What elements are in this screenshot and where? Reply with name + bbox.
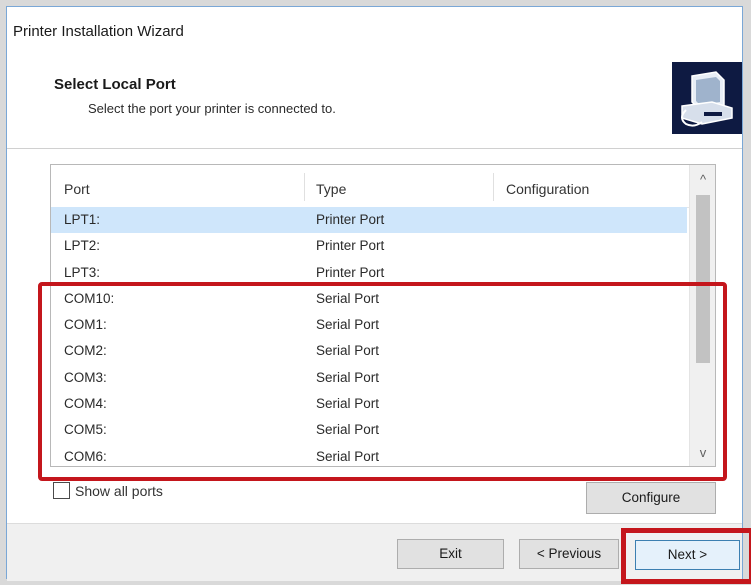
header-divider bbox=[7, 148, 742, 149]
port-cell: LPT1: bbox=[64, 212, 101, 227]
exit-button[interactable]: Exit bbox=[397, 539, 504, 569]
type-cell: Printer Port bbox=[316, 238, 385, 254]
table-row[interactable]: LPT2: Printer Port bbox=[51, 233, 687, 259]
table-row[interactable]: LPT1: Printer Port bbox=[51, 207, 687, 234]
page-title: Select Local Port bbox=[54, 76, 176, 93]
com-ports-highlight bbox=[38, 282, 727, 481]
show-all-ports-label: Show all ports bbox=[75, 483, 163, 499]
type-cell: Printer Port bbox=[316, 212, 385, 227]
port-list-header: Port Type Configuration bbox=[51, 165, 689, 208]
next-button-highlight bbox=[621, 528, 751, 584]
window-title: Printer Installation Wizard bbox=[13, 23, 184, 40]
wizard-window: Printer Installation Wizard Select Local… bbox=[6, 6, 751, 584]
port-cell: LPT3: bbox=[64, 264, 101, 280]
page-subtitle: Select the port your printer is connecte… bbox=[88, 101, 336, 116]
port-cell: LPT2: bbox=[64, 238, 101, 254]
column-divider bbox=[304, 173, 305, 201]
column-header-configuration[interactable]: Configuration bbox=[506, 181, 589, 197]
column-header-type[interactable]: Type bbox=[316, 181, 346, 197]
type-cell: Printer Port bbox=[316, 264, 385, 280]
configure-button[interactable]: Configure bbox=[586, 482, 716, 514]
column-divider bbox=[493, 173, 494, 201]
previous-button[interactable]: < Previous bbox=[519, 539, 619, 569]
show-all-ports-checkbox[interactable] bbox=[53, 482, 70, 499]
scroll-up-icon[interactable]: ^ bbox=[690, 169, 715, 191]
printer-computer-icon bbox=[672, 62, 742, 134]
column-header-port[interactable]: Port bbox=[64, 181, 90, 197]
